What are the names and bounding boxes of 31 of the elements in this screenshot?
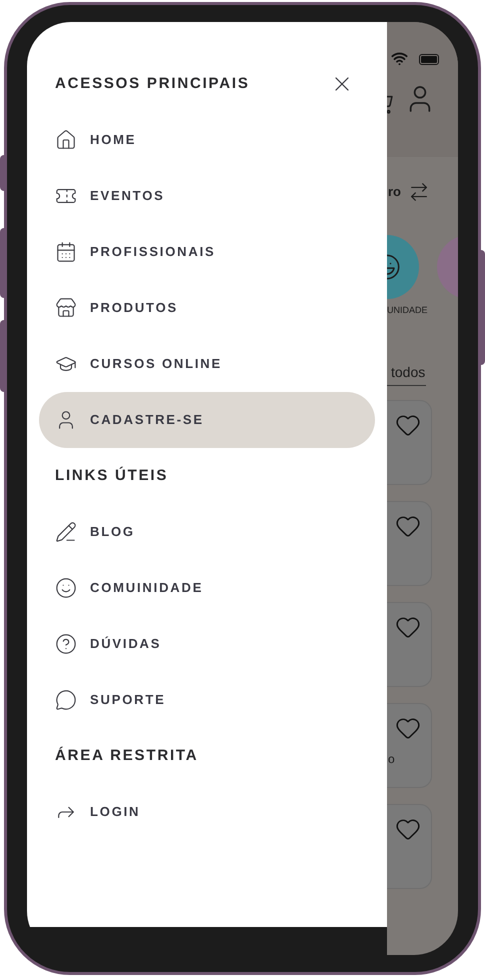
menu-item[interactable]: CURSOS ONLINE (39, 336, 375, 392)
see-all-link[interactable]: todos (391, 362, 426, 383)
store-icon (55, 297, 77, 319)
menu-item[interactable]: PROFISSIONAIS (39, 224, 375, 280)
calendar-icon (55, 241, 77, 263)
menu-item[interactable]: HOME (39, 112, 375, 168)
swap-icon[interactable] (408, 181, 430, 203)
location-label: ro (388, 183, 401, 202)
section-heading: ACESSOS PRINCIPAIS (55, 74, 250, 94)
menu-item[interactable]: SUPORTE (39, 672, 375, 728)
battery-icon (419, 54, 439, 65)
side-button[interactable] (0, 228, 5, 298)
help-icon (55, 633, 77, 655)
section-heading: LINKS ÚTEIS (55, 466, 168, 486)
menu-item[interactable]: EVENTOS (39, 168, 375, 224)
house-icon (55, 129, 77, 151)
product-card[interactable]: o (387, 703, 432, 788)
pencil-icon (55, 521, 77, 543)
chat-bubble-icon (55, 689, 77, 711)
wifi-icon (391, 50, 408, 67)
menu-item[interactable]: PRODUTOS (39, 280, 375, 336)
menu-item[interactable]: DÚVIDAS (39, 616, 375, 672)
category-label: UNIDADE (387, 304, 428, 318)
menu-item[interactable]: CADASTRE-SE (39, 392, 375, 448)
card-text: o (387, 751, 395, 768)
menu-item[interactable]: LOGIN (39, 784, 375, 840)
menu-item[interactable]: BLOG (39, 504, 375, 560)
menu-item[interactable]: COMUINIDADE (39, 560, 375, 616)
side-button[interactable] (0, 155, 5, 191)
smiley-icon (55, 577, 77, 599)
section-heading: ÁREA RESTRITA (55, 746, 198, 766)
